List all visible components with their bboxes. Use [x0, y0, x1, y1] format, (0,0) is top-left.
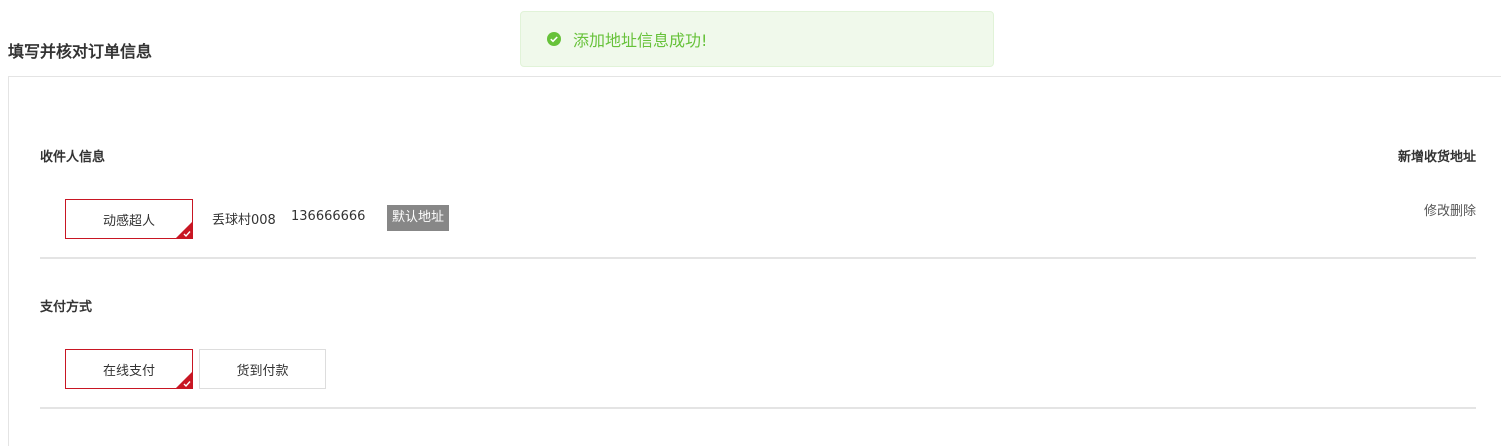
add-address-link[interactable]: 新增收货地址	[1398, 146, 1476, 165]
selected-check-icon	[176, 222, 192, 238]
receiver-section-title: 收件人信息	[40, 150, 106, 165]
edit-address-link[interactable]: 修改	[1424, 204, 1450, 219]
payment-section-title: 支付方式	[40, 300, 93, 315]
payment-option-label: 货到付款	[236, 363, 289, 379]
payment-option-label: 在线支付	[102, 363, 155, 379]
page-title: 填写并核对订单信息	[8, 42, 153, 61]
success-toast: 添加地址信息成功!	[520, 11, 994, 67]
payment-option-cod[interactable]: 货到付款	[199, 349, 326, 389]
order-panel: 收件人信息 新增收货地址 动感超人 丢球村008 136666666 默认地址 …	[8, 76, 1501, 446]
receiver-name: 动感超人	[102, 213, 155, 229]
receiver-phone: 136666666	[291, 209, 366, 224]
payment-divider	[40, 407, 1476, 409]
check-circle-icon	[547, 32, 561, 46]
delete-address-link[interactable]: 删除	[1450, 204, 1476, 219]
selected-check-icon	[176, 372, 192, 388]
payment-option-online[interactable]: 在线支付	[65, 349, 193, 389]
toast-message: 添加地址信息成功!	[573, 31, 708, 50]
receiver-name-option[interactable]: 动感超人	[65, 199, 193, 239]
address-actions: 修改删除	[1424, 200, 1476, 219]
default-address-badge: 默认地址	[387, 205, 450, 231]
receiver-divider	[40, 257, 1476, 259]
receiver-address: 丢球村008	[212, 213, 276, 228]
